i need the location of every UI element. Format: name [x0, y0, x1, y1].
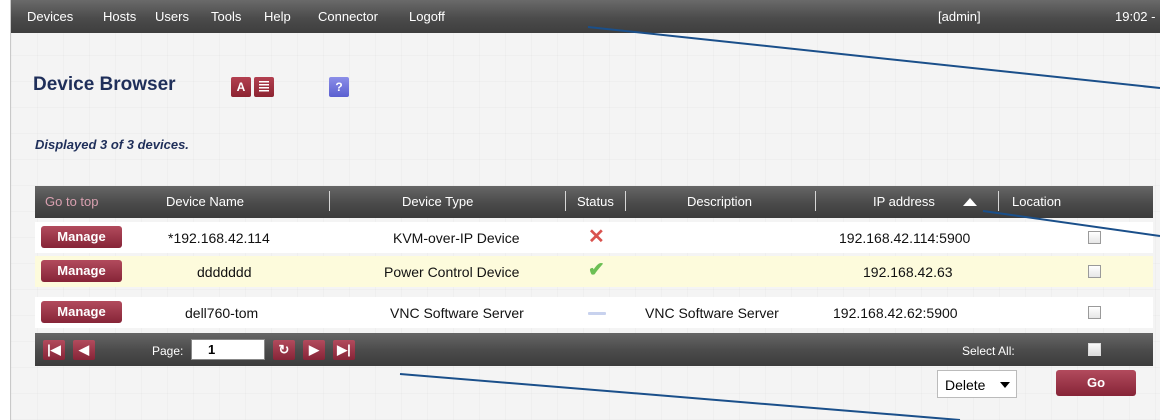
refresh-icon[interactable]: ↻: [273, 340, 295, 360]
col-ip-address[interactable]: IP address: [873, 194, 935, 209]
page-number-input[interactable]: [191, 339, 265, 360]
page-title: Device Browser: [33, 74, 176, 95]
col-location[interactable]: Location: [1012, 194, 1061, 209]
sort-ascending-icon[interactable]: [963, 198, 977, 206]
column-divider: [815, 191, 816, 211]
first-page-icon[interactable]: |◀: [43, 340, 65, 360]
menu-users[interactable]: Users: [155, 9, 189, 24]
row-select-checkbox[interactable]: [1088, 231, 1101, 244]
pagination-bar: |◀ ◀ Page: ↻ ▶ ▶| Select All:: [35, 333, 1153, 366]
top-menubar: Devices Hosts Users Tools Help Connector…: [11, 0, 1160, 33]
manage-button[interactable]: Manage: [41, 226, 122, 248]
checkmark-icon: ✔: [588, 259, 605, 281]
previous-page-icon[interactable]: ◀: [73, 340, 95, 360]
menu-devices[interactable]: Devices: [27, 9, 73, 24]
ip-address-cell: 192.168.42.114:5900: [839, 230, 971, 246]
current-user: [admin]: [938, 9, 981, 24]
row-select-checkbox[interactable]: [1088, 265, 1101, 278]
manage-button[interactable]: Manage: [41, 301, 122, 323]
device-name-cell: ddddddd: [197, 264, 252, 280]
table-row: Manage dell760-tom VNC Software Server V…: [35, 297, 1153, 328]
menu-tools[interactable]: Tools: [211, 9, 241, 24]
manage-button[interactable]: Manage: [41, 260, 122, 282]
results-count: Displayed 3 of 3 devices.: [35, 137, 189, 152]
device-name-cell: dell760-tom: [185, 305, 259, 321]
ip-address-cell: 192.168.42.62:5900: [833, 305, 958, 321]
go-to-top-link[interactable]: Go to top: [45, 194, 98, 209]
column-divider: [565, 191, 566, 211]
menu-connector[interactable]: Connector: [318, 9, 378, 24]
window-border: [0, 0, 10, 420]
select-all-label: Select All:: [962, 344, 1015, 358]
help-icon[interactable]: ?: [329, 77, 349, 97]
column-divider: [998, 191, 999, 211]
app-window: Devices Hosts Users Tools Help Connector…: [10, 0, 1160, 420]
col-description[interactable]: Description: [687, 194, 752, 209]
ip-address-cell: 192.168.42.63: [863, 264, 953, 280]
unknown-status-icon: [588, 312, 606, 315]
col-status[interactable]: Status: [577, 194, 614, 209]
menu-hosts[interactable]: Hosts: [103, 9, 136, 24]
bulk-action-select[interactable]: Delete: [937, 370, 1017, 398]
table-row: Manage ddddddd Power Control Device ✔ 19…: [35, 256, 1153, 287]
go-button[interactable]: Go: [1056, 370, 1136, 396]
last-page-icon[interactable]: ▶|: [333, 340, 355, 360]
column-divider: [329, 191, 330, 211]
device-type-cell: KVM-over-IP Device: [393, 230, 520, 246]
menu-logoff[interactable]: Logoff: [409, 9, 445, 24]
clock: 19:02 -: [1115, 9, 1156, 24]
device-type-cell: VNC Software Server: [390, 305, 524, 321]
table-row: Manage *192.168.42.114 KVM-over-IP Devic…: [35, 222, 1153, 253]
menu-help[interactable]: Help: [264, 9, 291, 24]
description-cell: VNC Software Server: [645, 305, 779, 321]
list-view-icon[interactable]: [254, 77, 274, 97]
view-a-icon[interactable]: A: [231, 77, 251, 97]
col-device-type[interactable]: Device Type: [402, 194, 473, 209]
col-device-name[interactable]: Device Name: [166, 194, 244, 209]
column-divider: [625, 191, 626, 211]
chevron-down-icon: [1000, 382, 1010, 388]
row-select-checkbox[interactable]: [1088, 306, 1101, 319]
table-header: Go to top Device Name Device Type Status…: [35, 186, 1153, 218]
select-all-checkbox[interactable]: [1088, 343, 1101, 356]
bulk-action-value: Delete: [945, 377, 986, 393]
device-type-cell: Power Control Device: [384, 264, 520, 280]
next-page-icon[interactable]: ▶: [303, 340, 325, 360]
x-icon: ✕: [588, 226, 605, 248]
device-name-cell: *192.168.42.114: [168, 230, 270, 246]
page-label: Page:: [152, 344, 184, 358]
